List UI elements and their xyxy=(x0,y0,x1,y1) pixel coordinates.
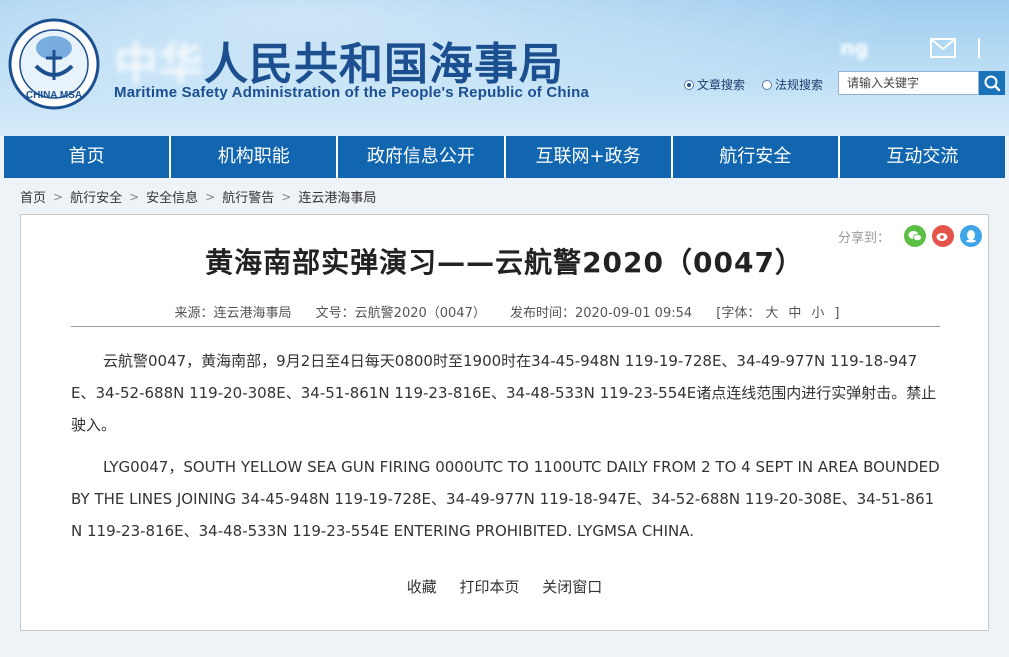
search-option-regulation-label: 法规搜索 xyxy=(775,78,824,92)
nav-item-home[interactable]: 首页 xyxy=(4,136,172,178)
article-container: 分享到： 黄海南部实弹演习——云航警2020（0047） 来源：连云港海事局 文… xyxy=(20,214,989,631)
print-button[interactable]: 打印本页 xyxy=(459,578,519,596)
top-divider xyxy=(978,38,980,58)
radio-checked-icon[interactable] xyxy=(684,79,694,90)
breadcrumb-separator-icon: > xyxy=(205,189,216,204)
search-input[interactable] xyxy=(838,71,979,95)
breadcrumb-separator-icon: > xyxy=(53,189,64,204)
site-title-cn-blurred: 中华 xyxy=(114,39,204,90)
breadcrumb: 首页 > 航行安全 > 安全信息 > 航行警告 > 连云港海事局 xyxy=(20,187,376,207)
nav-item-interaction[interactable]: 互动交流 xyxy=(840,136,1005,178)
article-actions: 收藏 打印本页 关闭窗口 xyxy=(21,576,988,597)
language-switch-blurred[interactable]: ng xyxy=(840,36,869,60)
breadcrumb-item-safety-info[interactable]: 安全信息 xyxy=(146,187,198,206)
main-nav: 首页 机构职能 政府信息公开 互联网+政务 航行安全 互动交流 xyxy=(4,136,1005,178)
china-msa-logo[interactable]: CHINA MSA xyxy=(8,18,100,110)
breadcrumb-separator-icon: > xyxy=(281,189,292,204)
site-title-cn: 中华人民共和国海事局 xyxy=(114,28,564,92)
font-size-large-button[interactable]: 大 xyxy=(765,306,778,321)
site-title-cn-visible: 人民共和国海事局 xyxy=(204,39,564,90)
article-doc-number: 文号：云航警2020（0047） xyxy=(315,306,486,321)
meta-divider xyxy=(71,326,940,327)
breadcrumb-item-navigation-safety[interactable]: 航行安全 xyxy=(70,187,122,206)
radio-unchecked-icon[interactable] xyxy=(762,79,772,90)
breadcrumb-separator-icon: > xyxy=(129,189,140,204)
search-option-regulation[interactable]: 法规搜索 xyxy=(762,76,823,93)
breadcrumb-item-lianyungang-msa[interactable]: 连云港海事局 xyxy=(298,187,376,206)
close-window-button[interactable]: 关闭窗口 xyxy=(542,578,602,596)
breadcrumb-item-nav-warning[interactable]: 航行警告 xyxy=(222,187,274,206)
search-option-article-label: 文章搜索 xyxy=(697,78,746,92)
search-button[interactable] xyxy=(979,71,1005,95)
nav-item-internet-gov[interactable]: 互联网+政务 xyxy=(506,136,673,178)
favorite-button[interactable]: 收藏 xyxy=(407,578,437,596)
font-size-close-bracket: ] xyxy=(834,306,840,321)
search-option-article[interactable]: 文章搜索 xyxy=(684,76,745,93)
article-paragraph-cn: 云航警0047，黄海南部，9月2日至4日每天0800时至1900时在34-45-… xyxy=(71,352,937,434)
font-size-small-button[interactable]: 小 xyxy=(811,306,824,321)
article-paragraph-en: LYG0047，SOUTH YELLOW SEA GUN FIRING 0000… xyxy=(71,458,940,540)
font-size-medium-button[interactable]: 中 xyxy=(788,306,801,321)
logo-text: CHINA MSA xyxy=(26,90,82,101)
breadcrumb-item-home[interactable]: 首页 xyxy=(20,187,46,206)
nav-item-navigation-safety[interactable]: 航行安全 xyxy=(673,136,840,178)
search-icon xyxy=(984,75,1001,92)
site-header: CHINA MSA 中华人民共和国海事局 Maritime Safety Adm… xyxy=(0,0,1009,136)
article-title: 黄海南部实弹演习——云航警2020（0047） xyxy=(205,246,804,279)
article-publish-time: 发布时间：2020-09-01 09:54 xyxy=(509,306,693,321)
nav-item-gov-info[interactable]: 政府信息公开 xyxy=(338,136,506,178)
nav-item-functions[interactable]: 机构职能 xyxy=(171,136,339,178)
font-size-label: [字体： xyxy=(716,306,761,321)
site-title-en: Maritime Safety Administration of the Pe… xyxy=(114,84,590,101)
article-meta: 来源：连云港海事局 文号：云航警2020（0047） 发布时间：2020-09-… xyxy=(21,302,988,321)
mail-icon[interactable] xyxy=(930,38,956,58)
article-source: 来源：连云港海事局 xyxy=(174,306,292,321)
